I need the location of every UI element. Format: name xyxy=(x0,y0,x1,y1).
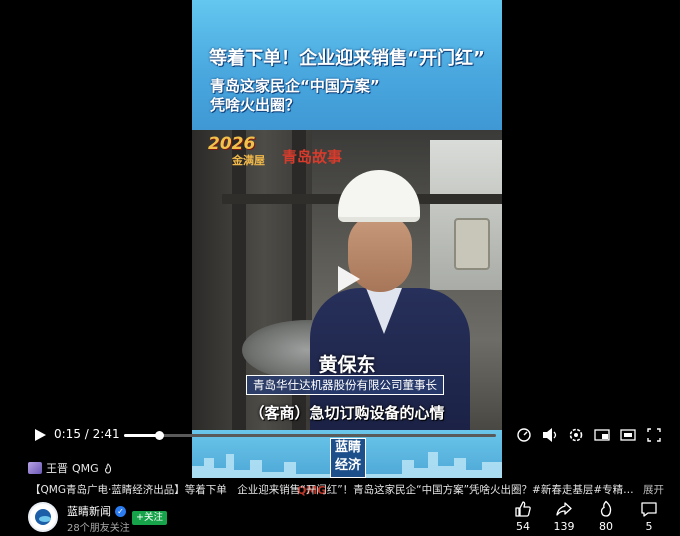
friends-following: 28个朋友关注 xyxy=(67,523,130,534)
like-button[interactable]: 54 xyxy=(505,500,541,533)
theater-mode-icon[interactable] xyxy=(618,422,638,448)
current-time: 0:15 xyxy=(54,427,81,441)
banner-subline-2: 凭啥火出圈？ xyxy=(210,96,301,114)
author-line[interactable]: 王晋 QMG xyxy=(28,460,113,476)
interviewee-name: 黄保东 xyxy=(318,354,376,376)
duration: 2:41 xyxy=(92,427,120,441)
verified-icon: ✓ xyxy=(115,505,126,517)
progress-fill xyxy=(124,434,159,437)
video-subtitle: （客商）急切订购设备的心情 xyxy=(249,404,445,422)
play-pause-icon[interactable] xyxy=(30,422,50,448)
comment-icon xyxy=(641,502,657,517)
interviewee-title: 青岛华仕达机器股份有限公司董事长 xyxy=(246,375,444,395)
channel-avatar[interactable] xyxy=(28,502,58,532)
settings-icon[interactable] xyxy=(566,422,586,448)
hard-hat xyxy=(338,170,420,222)
play-icon[interactable] xyxy=(330,262,364,296)
player-controls: 0:15 / 2:41 xyxy=(0,422,680,448)
share-icon xyxy=(556,502,572,516)
recommend-button[interactable]: 80 xyxy=(588,500,624,533)
time-display: 0:15 / 2:41 xyxy=(54,427,120,441)
progress-bar[interactable] xyxy=(124,431,496,440)
author-name[interactable]: 王晋 xyxy=(46,460,68,476)
thumbs-up-icon xyxy=(515,501,531,517)
flame-icon xyxy=(600,500,612,517)
channel-name-row[interactable]: 蓝睛新闻 ✓ xyxy=(67,503,126,519)
program-logo-text: 金满屋 xyxy=(232,154,265,167)
comment-button[interactable]: 5 xyxy=(631,500,667,533)
banner-headline: 等着下单！企业迎来销售“开门红” xyxy=(209,48,485,69)
expand-link[interactable]: 展开 xyxy=(643,482,664,497)
like-count: 54 xyxy=(516,520,530,533)
author-avatar[interactable] xyxy=(28,462,42,474)
video-banner: 等着下单！企业迎来销售“开门红” 青岛这家民企“中国方案” 凭啥火出圈？ xyxy=(192,0,502,130)
playback-speed-icon[interactable] xyxy=(514,422,534,448)
follow-button[interactable]: +关注 xyxy=(132,511,167,525)
share-button[interactable]: 139 xyxy=(546,500,582,533)
recommend-count: 80 xyxy=(599,520,613,533)
share-count: 139 xyxy=(553,520,575,533)
fire-icon xyxy=(104,462,111,474)
video-description: 【QMG青岛广电·蓝睛经济出品】等着下单 企业迎来销售“开门红”！青岛这家民企“… xyxy=(30,484,634,496)
picture-in-picture-icon[interactable] xyxy=(592,422,612,448)
video-frame[interactable]: 等着下单！企业迎来销售“开门红” 青岛这家民企“中国方案” 凭啥火出圈？ 202… xyxy=(192,0,502,478)
banner-subline-1: 青岛这家民企“中国方案” xyxy=(210,77,380,95)
comment-count: 5 xyxy=(645,520,653,533)
fullscreen-icon[interactable] xyxy=(644,422,664,448)
volume-icon[interactable] xyxy=(540,422,560,448)
progress-handle[interactable] xyxy=(154,431,164,440)
author-tag: QMG xyxy=(72,461,99,475)
machine-pillar xyxy=(232,130,246,430)
channel-name[interactable]: 蓝睛新闻 xyxy=(67,503,111,519)
program-logo-title: 青岛故事 xyxy=(282,148,343,166)
time-separator: / xyxy=(84,427,89,441)
program-logo-year: 2026 xyxy=(208,134,256,154)
